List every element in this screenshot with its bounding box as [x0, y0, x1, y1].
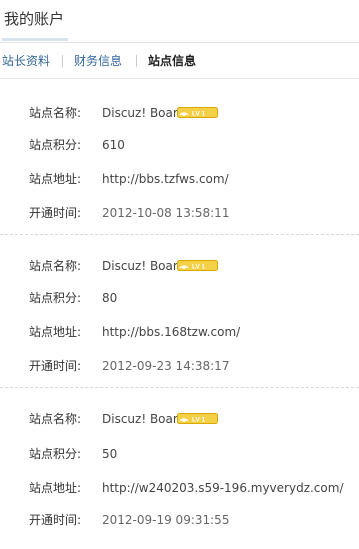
- site-name-label: 站点名称:: [29, 259, 82, 273]
- site-address-label: 站点地址:: [29, 325, 82, 339]
- site-name-label: 站点名称:: [29, 412, 82, 426]
- site-card: 站点名称: Discuz! Board LV 1 站点积分: 610 站点地址:…: [0, 103, 359, 226]
- site-address-row: 站点地址: http://bbs.tzfws.com/: [0, 169, 359, 189]
- site-name-value: Discuz! Board: [102, 412, 186, 426]
- title-underline: [2, 38, 68, 41]
- site-opened-row: 开通时间: 2012-09-19 09:31:55: [0, 510, 359, 530]
- site-points-row: 站点积分: 50: [0, 444, 359, 464]
- site-opened-row: 开通时间: 2012-09-23 14:38:17: [0, 356, 359, 376]
- site-opened-label: 开通时间:: [29, 206, 82, 220]
- site-name-value: Discuz! Board: [102, 106, 186, 120]
- site-opened-value: 2012-09-23 14:38:17: [102, 359, 230, 373]
- tab-divider: [0, 78, 359, 79]
- site-opened-value: 2012-10-08 13:58:11: [102, 206, 230, 220]
- site-points-value: 80: [102, 291, 118, 305]
- site-address-label: 站点地址:: [29, 481, 82, 495]
- site-divider: [0, 234, 359, 235]
- site-name-row: 站点名称: Discuz! Board LV 1: [0, 409, 359, 429]
- site-points-label: 站点积分:: [29, 291, 82, 305]
- tab-bar: 站长资料 财务信息 站点信息: [0, 50, 359, 72]
- level-badge-icon: LV 1: [177, 413, 218, 424]
- tab-separator: [136, 55, 137, 67]
- site-address-label: 站点地址:: [29, 172, 82, 186]
- site-name-label: 站点名称:: [29, 106, 82, 120]
- tab-separator: [62, 55, 63, 67]
- site-points-label: 站点积分:: [29, 447, 82, 461]
- site-card: 站点名称: Discuz! Board LV 1 站点积分: 50 站点地址: …: [0, 409, 359, 532]
- site-opened-label: 开通时间:: [29, 359, 82, 373]
- page-title: 我的账户: [4, 10, 65, 28]
- site-address-row: 站点地址: http://w240203.s59-196.myverydz.co…: [0, 478, 359, 498]
- level-badge-icon: LV 1: [177, 107, 218, 118]
- site-name-value: Discuz! Board: [102, 259, 186, 273]
- site-points-row: 站点积分: 80: [0, 288, 359, 308]
- level-badge-icon: LV 1: [177, 260, 218, 271]
- site-card: 站点名称: Discuz! Board LV 1 站点积分: 80 站点地址: …: [0, 256, 359, 379]
- site-divider: [0, 387, 359, 388]
- site-opened-row: 开通时间: 2012-10-08 13:58:11: [0, 203, 359, 223]
- tab-site-info[interactable]: 站点信息: [148, 52, 196, 70]
- site-points-row: 站点积分: 610: [0, 135, 359, 155]
- tab-financial-info[interactable]: 财务信息: [74, 52, 122, 70]
- level-badge-text: LV 1: [192, 110, 206, 117]
- site-address-value: http://w240203.s59-196.myverydz.com/: [102, 481, 344, 495]
- level-badge-text: LV 1: [192, 416, 206, 423]
- site-points-value: 610: [102, 138, 125, 152]
- site-address-row: 站点地址: http://bbs.168tzw.com/: [0, 322, 359, 342]
- site-name-row: 站点名称: Discuz! Board LV 1: [0, 103, 359, 123]
- level-badge-text: LV 1: [192, 263, 206, 270]
- site-points-value: 50: [102, 447, 118, 461]
- site-name-row: 站点名称: Discuz! Board LV 1: [0, 256, 359, 276]
- site-points-label: 站点积分:: [29, 138, 82, 152]
- site-opened-value: 2012-09-19 09:31:55: [102, 513, 230, 527]
- site-opened-label: 开通时间:: [29, 513, 82, 527]
- site-address-value: http://bbs.tzfws.com/: [102, 172, 229, 186]
- tab-webmaster-profile[interactable]: 站长资料: [2, 52, 50, 70]
- site-address-value: http://bbs.168tzw.com/: [102, 325, 241, 339]
- page-header: 我的账户: [0, 0, 359, 43]
